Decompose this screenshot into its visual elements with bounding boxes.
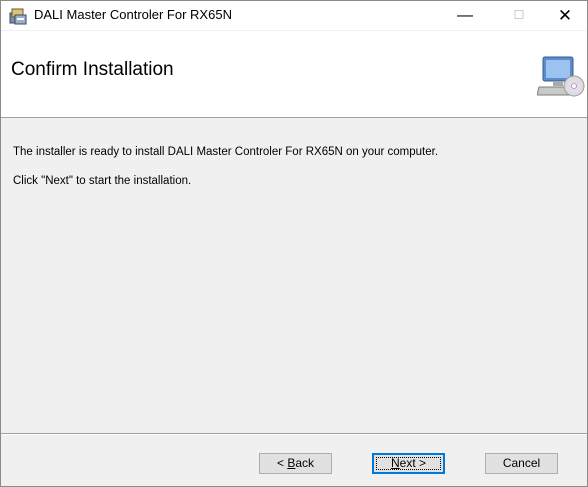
cancel-button[interactable]: Cancel xyxy=(485,453,558,474)
next-button-label: ext > xyxy=(399,456,427,470)
content-area: The installer is ready to install DALI M… xyxy=(1,118,587,433)
computer-cd-icon xyxy=(537,56,585,97)
window-title: DALI Master Controler For RX65N xyxy=(34,7,232,22)
back-button-prefix: < xyxy=(276,456,288,470)
installer-app-icon xyxy=(9,8,27,25)
footer-divider-highlight xyxy=(1,434,587,435)
title-bar[interactable]: DALI Master Controler For RX65N — ☐ ✕ xyxy=(1,1,587,30)
close-button[interactable]: ✕ xyxy=(542,1,588,30)
back-button[interactable]: < Back xyxy=(259,453,332,474)
instruction-message: Click "Next" to start the installation. xyxy=(13,175,192,187)
ready-message: The installer is ready to install DALI M… xyxy=(13,146,439,158)
minimize-button[interactable]: — xyxy=(442,1,488,30)
back-button-label: ack xyxy=(295,456,315,470)
page-title: Confirm Installation xyxy=(11,59,174,80)
installer-window: DALI Master Controler For RX65N — ☐ ✕ Co… xyxy=(0,0,588,487)
next-button[interactable]: Next > xyxy=(372,453,445,474)
header-banner: Confirm Installation xyxy=(1,31,587,118)
maximize-button[interactable]: ☐ xyxy=(496,1,542,30)
